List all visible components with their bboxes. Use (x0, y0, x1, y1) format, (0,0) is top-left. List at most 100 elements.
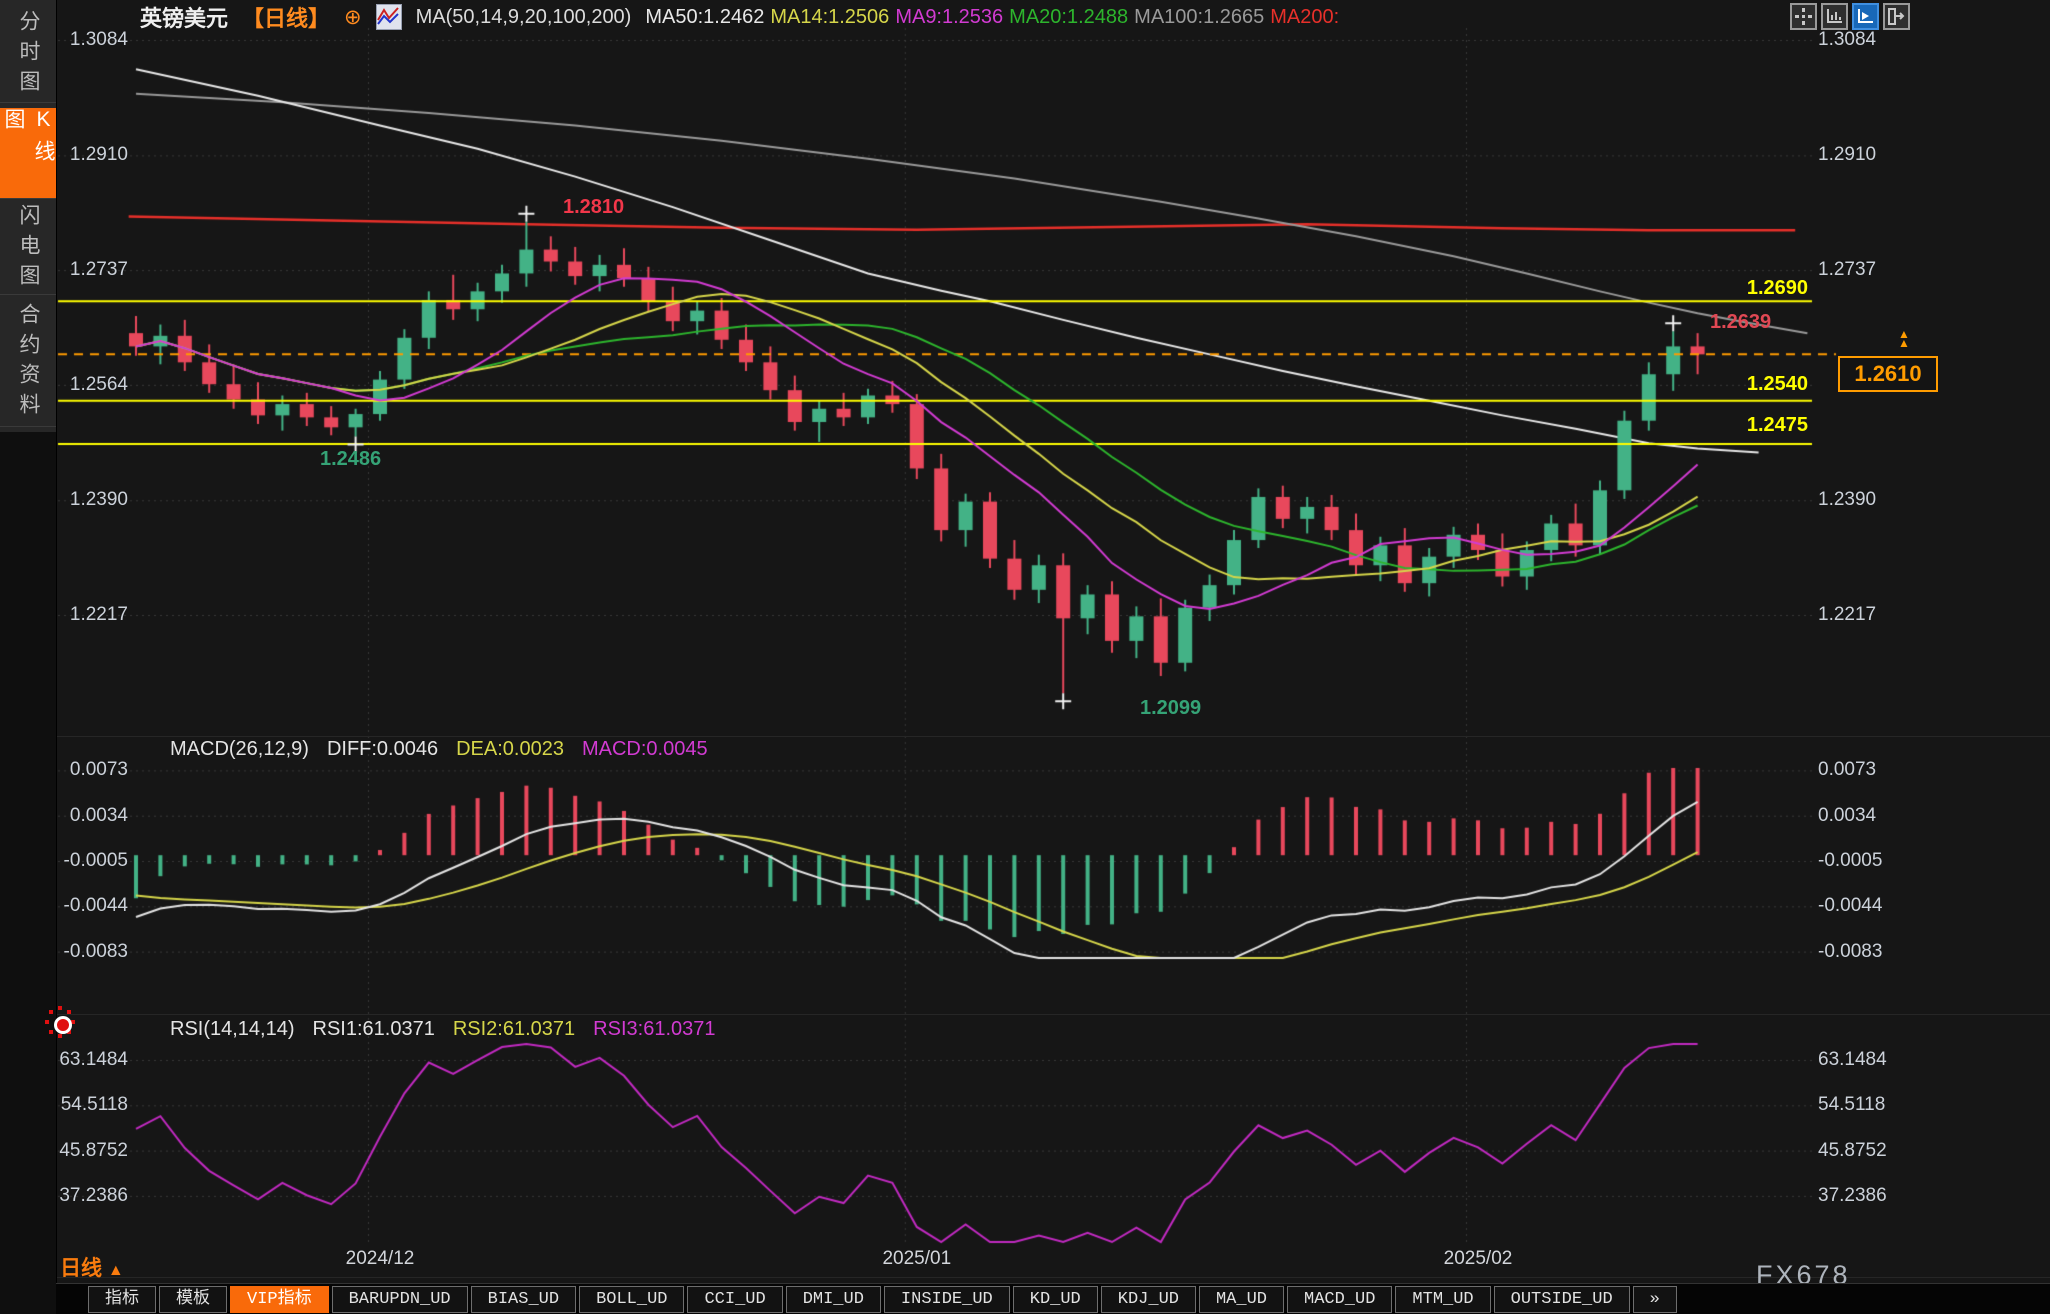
macd-legend: MACD(26,12,9) DIFF:0.0046 DEA:0.0023 MAC… (170, 738, 708, 761)
price-axis-right-label: 1.2390 (1818, 489, 1894, 511)
tab-kdj_ud[interactable]: KDJ_UD (1101, 1286, 1196, 1313)
sidebar-item-1[interactable]: 分时图 (0, 8, 56, 103)
macd-macd-value: MACD:0.0045 (582, 738, 708, 761)
ma-value-4: MA20:1.2488 (1009, 6, 1128, 28)
indicator-tab-bar: 指标模板VIP指标BARUPDN_UDBIAS_UDBOLL_UDCCI_UDD… (56, 1283, 2050, 1314)
ma-values: MA50:1.2462 MA14:1.2506 MA9:1.2536 MA20:1.2… (645, 6, 1345, 29)
rsi1-value: RSI1:61.0371 (313, 1018, 435, 1041)
tab-outside_ud[interactable]: OUTSIDE_UD (1494, 1286, 1630, 1313)
sidebar-item-4[interactable]: 合约资料 (0, 300, 56, 427)
tab-»[interactable]: » (1633, 1286, 1677, 1313)
price-annotation-12475: 1.2475 (1718, 414, 1808, 437)
symbol-name: 英镑美元 (140, 1, 228, 33)
ma-value-3: MA9:1.2536 (895, 6, 1003, 28)
price-annotation-12486: 1.2486 (320, 448, 381, 471)
tab-cci_ud[interactable]: CCI_UD (687, 1286, 782, 1313)
macd-axis-right-label: -0.0044 (1818, 895, 1894, 917)
sidebar-item-2[interactable]: K线图 (0, 108, 56, 199)
macd-axis-right-label: 0.0034 (1818, 805, 1894, 827)
price-axis-left-label: 1.2910 (52, 144, 128, 166)
ma-value-2: MA14:1.2506 (770, 6, 889, 28)
pane-divider (56, 1014, 2050, 1015)
price-axis-right-label: 1.3084 (1818, 29, 1894, 51)
rs i-title: RSI(14,14,14) (170, 1018, 295, 1041)
rsi-axis-right-label: 45.8752 (1818, 1140, 1894, 1162)
expand-panel-icon[interactable] (1883, 3, 1910, 30)
macd-axis-left-label: 0.0073 (52, 759, 128, 781)
tab-[interactable]: 模板 (159, 1286, 227, 1313)
tab-vip[interactable]: VIP指标 (230, 1286, 329, 1313)
macd-axis-right-label: -0.0083 (1818, 941, 1894, 963)
price-axis-right-label: 1.2737 (1818, 259, 1894, 281)
axis-chart-blue-icon[interactable] (1852, 3, 1879, 30)
chart-header: 英镑美元 【日线】 ⊕ MA(50,14,9,20,100,200) MA50:… (140, 3, 1345, 31)
rsi3-value: RSI3:61.0371 (593, 1018, 715, 1041)
price-axis-left-label: 1.2564 (52, 374, 128, 396)
tab-boll_ud[interactable]: BOLL_UD (579, 1286, 684, 1313)
sidebar-item-3[interactable]: 闪电图 (0, 204, 56, 295)
rsi-axis-left-label: 54.5118 (52, 1094, 128, 1116)
left-sidebar: 分时图K线图闪电图合约资料 (0, 0, 57, 1314)
rsi-axis-right-label: 63.1484 (1818, 1049, 1894, 1071)
period-up-arrow-icon: ▲ (108, 1262, 124, 1279)
price-axis-right-label: 1.2910 (1818, 144, 1894, 166)
add-circle-icon[interactable]: ⊕ (344, 5, 362, 30)
mini-chart-icon[interactable] (376, 4, 402, 30)
price-annotation-12099: 1.2099 (1140, 697, 1201, 720)
macd-axis-left-label: 0.0034 (52, 805, 128, 827)
tab-bias_ud[interactable]: BIAS_UD (471, 1286, 576, 1313)
tab-[interactable]: 指标 (88, 1286, 156, 1313)
tab-macd_ud[interactable]: MACD_UD (1287, 1286, 1392, 1313)
period-tag: 【日线】 (242, 1, 330, 33)
x-axis-month-label: 2025/01 (882, 1248, 951, 1270)
pane-divider (56, 1277, 2050, 1278)
macd-title: MACD(26,12,9) (170, 738, 309, 761)
chart-toolbar (1790, 3, 1910, 30)
macd-axis-left-label: -0.0083 (52, 941, 128, 963)
macd-axis-right-label: -0.0005 (1818, 850, 1894, 872)
ma-value-5: MA100:1.2665 (1134, 6, 1264, 28)
macd-diff-value: DIFF:0.0046 (327, 738, 438, 761)
period-selector[interactable]: 日线 ▲ (60, 1252, 124, 1282)
price-axis-left-label: 1.2390 (52, 489, 128, 511)
price-annotation-12639: 1.2639 (1710, 311, 1771, 334)
rsi-axis-right-label: 37.2386 (1818, 1185, 1894, 1207)
rsi-axis-right-label: 54.5118 (1818, 1094, 1894, 1116)
macd-axis-left-label: -0.0044 (52, 895, 128, 917)
ma-value-1: MA50:1.2462 (645, 6, 764, 28)
rsi-axis-left-label: 37.2386 (52, 1185, 128, 1207)
rsi2-value: RSI2:61.0371 (453, 1018, 575, 1041)
macd-dea-value: DEA:0.0023 (456, 738, 564, 761)
tab-dmi_ud[interactable]: DMI_UD (786, 1286, 881, 1313)
tab-inside_ud[interactable]: INSIDE_UD (884, 1286, 1010, 1313)
price-axis-left-label: 1.2737 (52, 259, 128, 281)
rsi-axis-left-label: 63.1484 (52, 1049, 128, 1071)
price-axis-left-label: 1.2217 (52, 604, 128, 626)
current-price-box: 1.2610 (1838, 356, 1938, 392)
period-selector-label: 日线 (60, 1257, 102, 1280)
tab-mtm_ud[interactable]: MTM_UD (1395, 1286, 1490, 1313)
macd-axis-left-label: -0.0005 (52, 850, 128, 872)
sidebar-chart-modes: 分时图K线图闪电图合约资料 (0, 0, 56, 432)
x-axis-month-label: 2024/12 (346, 1248, 415, 1270)
price-annotation-12540: 1.2540 (1718, 373, 1808, 396)
price-annotation-12810: 1.2810 (563, 196, 624, 219)
axis-chart-icon[interactable] (1821, 3, 1848, 30)
ma-params-label: MA(50,14,9,20,100,200) (416, 6, 632, 29)
rsi-legend: RSI(14,14,14) RSI1:61.0371 RSI2:61.0371 … (170, 1018, 716, 1041)
tab-ma_ud[interactable]: MA_UD (1199, 1286, 1284, 1313)
rsi-axis-left-label: 45.8752 (52, 1140, 128, 1162)
tab-kd_ud[interactable]: KD_UD (1013, 1286, 1098, 1313)
grid-crosshair-icon[interactable] (1790, 3, 1817, 30)
record-core (54, 1016, 72, 1034)
macd-axis-right-label: 0.0073 (1818, 759, 1894, 781)
price-annotation-12690: 1.2690 (1718, 277, 1808, 300)
record-dot-icon[interactable] (46, 1006, 78, 1042)
price-axis-right-label: 1.2217 (1818, 604, 1894, 626)
tab-barupdn_ud[interactable]: BARUPDN_UD (332, 1286, 468, 1313)
current-price-value: 1.2610 (1854, 361, 1921, 387)
price-chart-canvas[interactable] (0, 0, 2050, 1314)
pane-divider (56, 736, 2050, 737)
price-up-caret-icon: ▲▲ (1898, 330, 1910, 348)
price-axis-left-label: 1.3084 (52, 29, 128, 51)
